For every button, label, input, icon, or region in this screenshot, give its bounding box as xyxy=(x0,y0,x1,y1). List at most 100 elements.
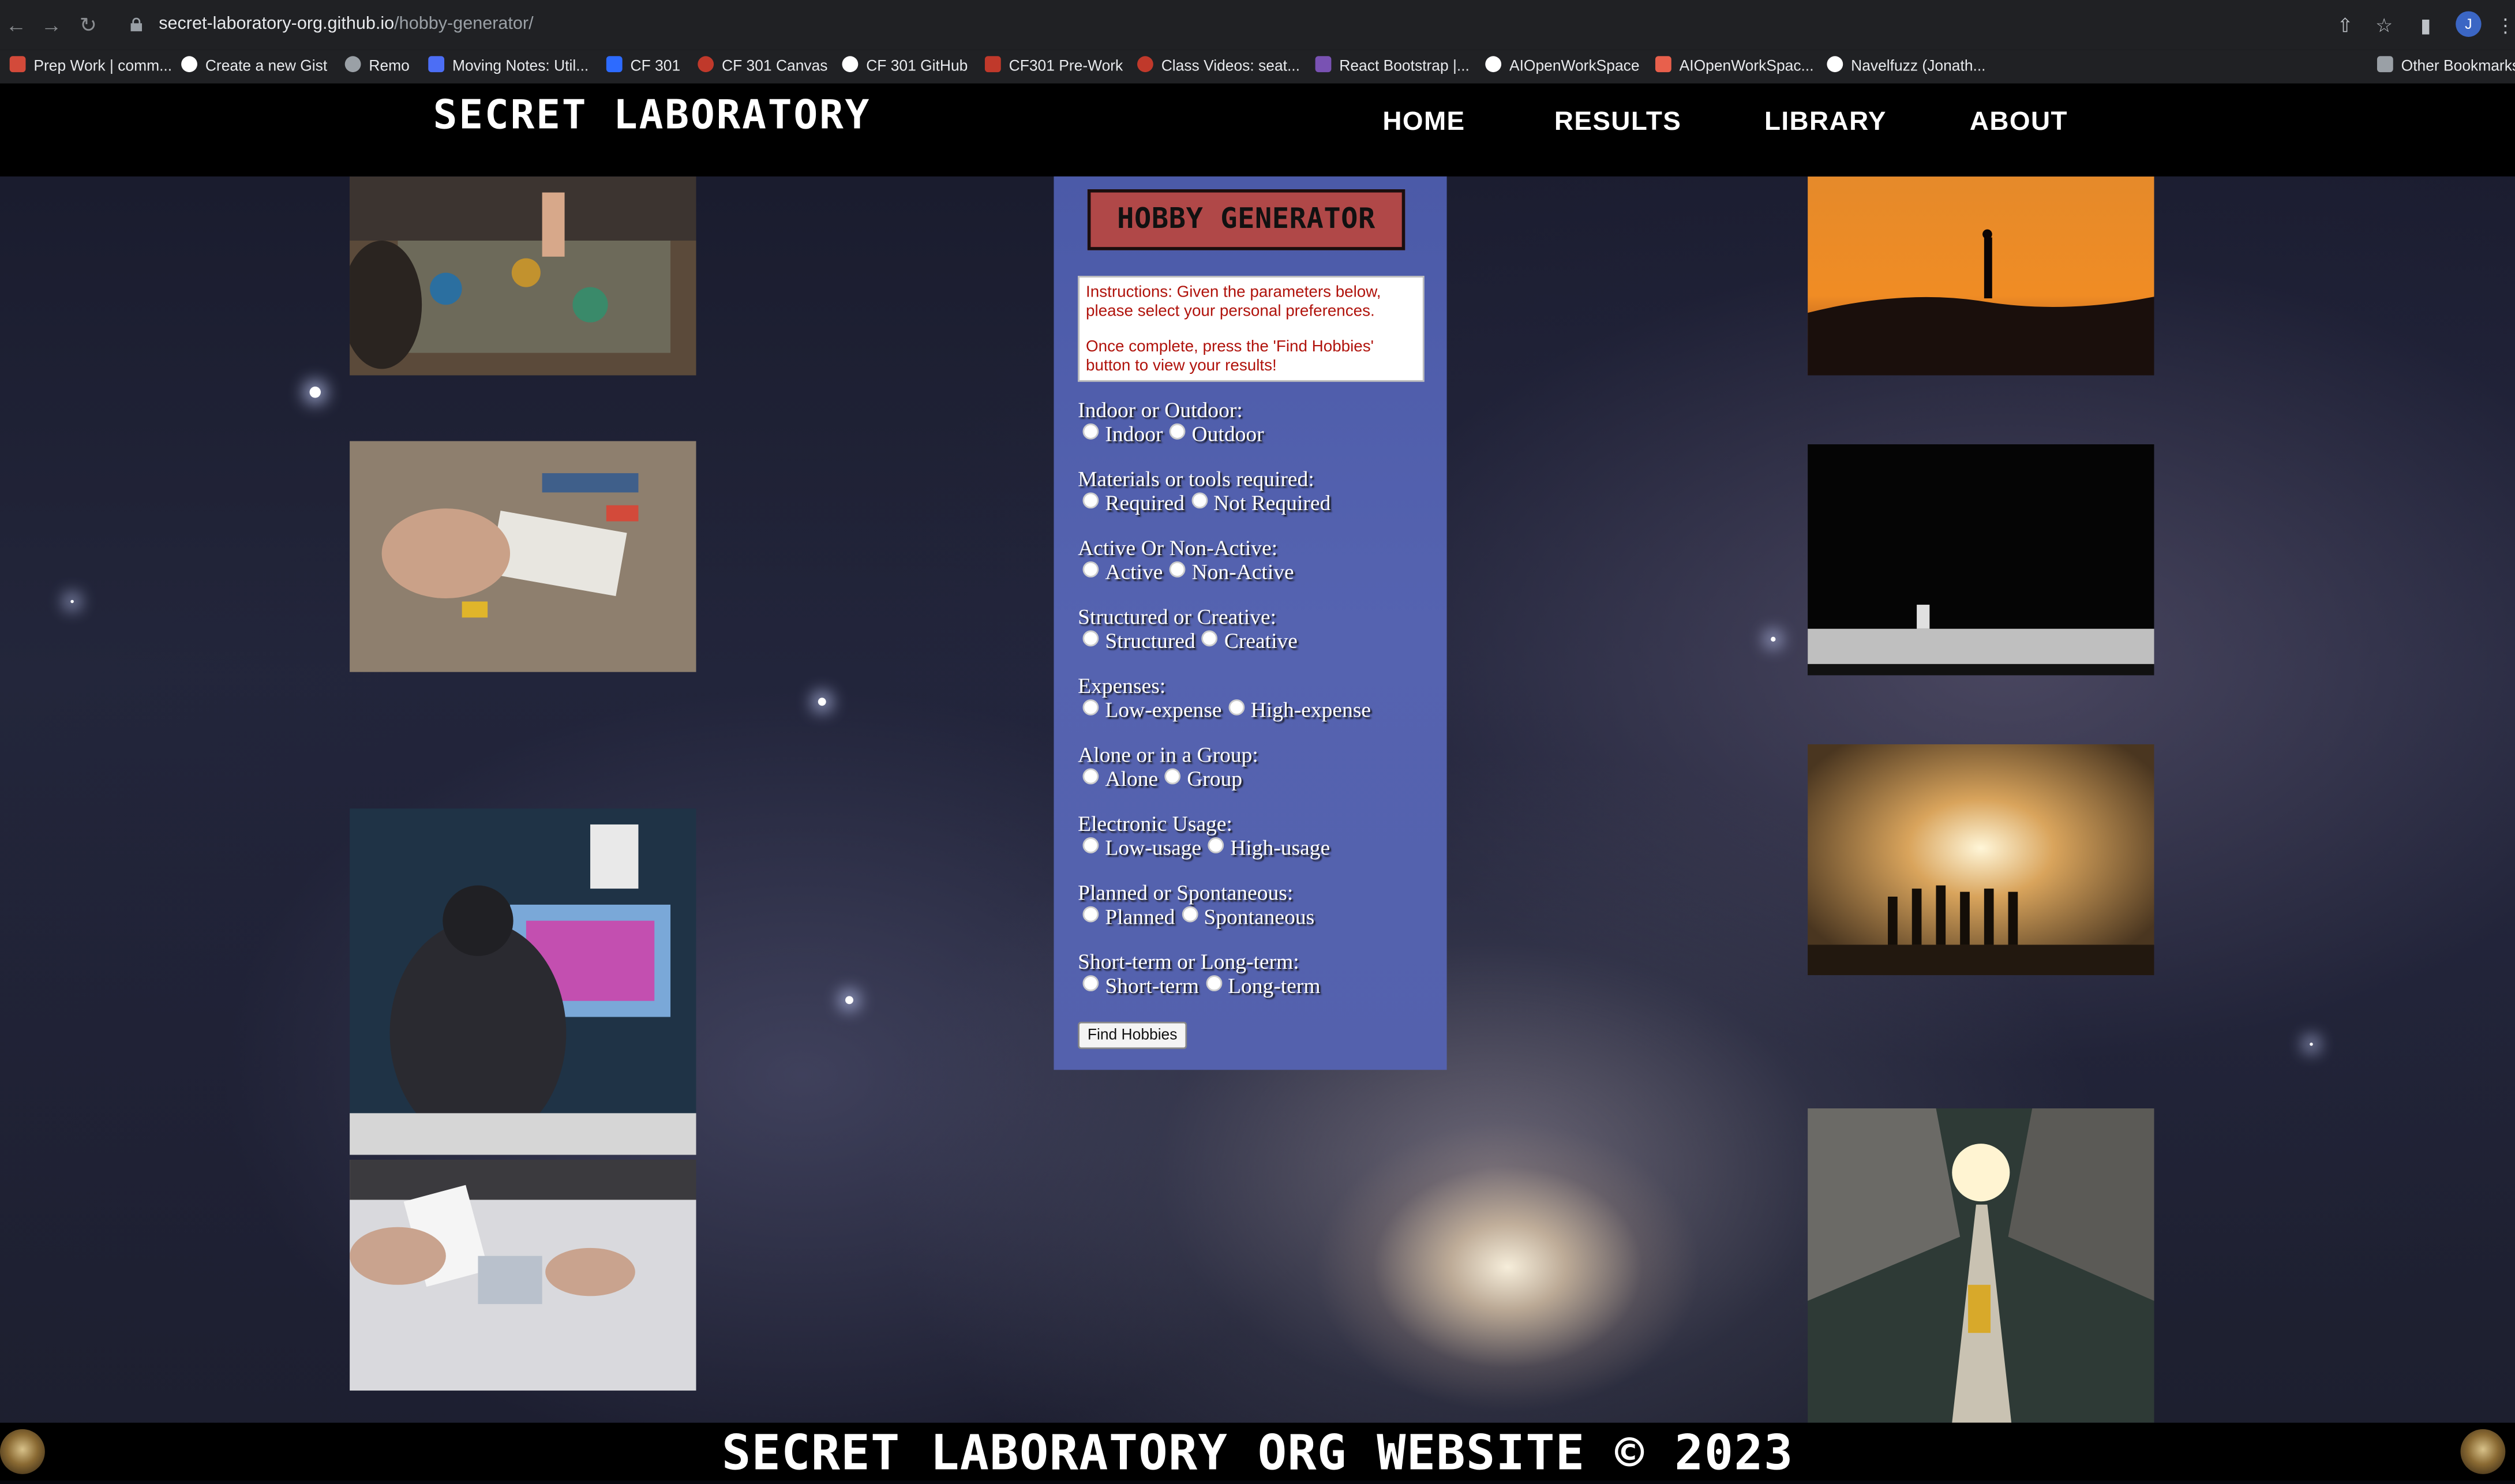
radio-button[interactable] xyxy=(1082,837,1099,853)
question-planned: Planned or Spontaneous: Planned Spontaneo… xyxy=(1078,880,1438,928)
sidebar-icon[interactable]: ▮ xyxy=(2420,13,2431,38)
bookmark-item[interactable]: CF 301 xyxy=(606,50,680,83)
instructions-text: Once complete, press the 'Find Hobbies' … xyxy=(1086,338,1374,375)
option-label[interactable]: Structured xyxy=(1105,629,1195,653)
radio-button[interactable] xyxy=(1082,975,1099,992)
bookmark-item[interactable]: Create a new Gist xyxy=(181,50,327,83)
option-label[interactable]: Short-term xyxy=(1105,973,1199,998)
bookmark-star-icon[interactable]: ☆ xyxy=(2375,13,2393,38)
photo-gaming xyxy=(350,808,696,1155)
radio-button[interactable] xyxy=(1181,906,1198,923)
option-label[interactable]: Indoor xyxy=(1105,422,1163,446)
radio-button[interactable] xyxy=(1201,630,1218,647)
menu-icon[interactable]: ⋮ xyxy=(2496,13,2515,38)
forward-icon[interactable]: → xyxy=(39,13,64,38)
bookmark-item[interactable]: Remo xyxy=(344,50,410,83)
question-label: Structured or Creative: xyxy=(1078,605,1277,629)
option-label[interactable]: High-expense xyxy=(1251,698,1371,722)
star xyxy=(309,386,321,398)
bookmark-item[interactable]: CF 301 Canvas xyxy=(698,50,828,83)
hobby-form-panel: HOBBY GENERATOR Instructions: Given the … xyxy=(1054,176,1447,1070)
option-label[interactable]: Not Required xyxy=(1213,491,1330,515)
option-label[interactable]: Active xyxy=(1105,560,1163,584)
radio-button[interactable] xyxy=(1208,837,1224,853)
bookmark-item[interactable]: Prep Work | comm... xyxy=(9,50,172,83)
bookmark-favicon-icon xyxy=(984,56,1001,73)
option-label[interactable]: Required xyxy=(1105,491,1185,515)
bookmark-item[interactable]: CF 301 GitHub xyxy=(842,50,968,83)
option-label[interactable]: Low-usage xyxy=(1105,835,1201,860)
nav-home[interactable]: HOME xyxy=(1382,104,1465,140)
question-label: Active Or Non-Active: xyxy=(1078,535,1278,560)
site-logo[interactable]: SECRET LABORATORY xyxy=(433,92,871,138)
photo-sunset-hiker xyxy=(1808,176,2154,376)
star xyxy=(70,599,74,604)
question-term: Short-term or Long-term: Short-term Long-… xyxy=(1078,950,1438,998)
footer-text: SECRET LABORATORY ORG WEBSITE © 2023 xyxy=(722,1426,1794,1482)
radio-button[interactable] xyxy=(1205,975,1221,992)
option-label[interactable]: Non-Active xyxy=(1192,560,1294,584)
radio-button[interactable] xyxy=(1082,906,1099,923)
option-label[interactable]: High-usage xyxy=(1230,835,1330,860)
option-label[interactable]: Spontaneous xyxy=(1204,905,1314,929)
radio-button[interactable] xyxy=(1228,699,1245,715)
instructions-box: Instructions: Given the parameters below… xyxy=(1078,276,1425,382)
other-bookmarks[interactable]: Other Bookmarks xyxy=(2377,50,2515,83)
option-label[interactable]: Planned xyxy=(1105,905,1175,929)
question-indoor-outdoor: Indoor or Outdoor: Indoor Outdoor xyxy=(1078,398,1438,445)
nav-about[interactable]: ABOUT xyxy=(1970,104,2068,140)
option-label[interactable]: Alone xyxy=(1105,767,1158,791)
bookmarks-bar: Prep Work | comm... Create a new Gist Re… xyxy=(0,50,2515,85)
photo-lego xyxy=(350,441,696,672)
question-label: Alone or in a Group: xyxy=(1078,743,1258,767)
reload-icon[interactable]: ↻ xyxy=(76,13,101,38)
page-root: ← → ↻ secret-laboratory-org.github.io/ho… xyxy=(0,0,2515,1482)
option-label[interactable]: Low-expense xyxy=(1105,698,1221,722)
radio-button[interactable] xyxy=(1082,561,1099,578)
question-active: Active Or Non-Active: Active Non-Active xyxy=(1078,536,1438,584)
bootstrap-icon xyxy=(1315,56,1332,73)
github-icon xyxy=(842,56,859,73)
bookmark-item[interactable]: Moving Notes: Util... xyxy=(428,50,589,83)
notes-icon xyxy=(428,56,445,73)
option-label[interactable]: Creative xyxy=(1224,629,1298,653)
bookmark-item[interactable]: React Bootstrap |... xyxy=(1315,50,1470,83)
radio-button[interactable] xyxy=(1082,423,1099,440)
radio-button[interactable] xyxy=(1169,423,1186,440)
back-icon[interactable]: ← xyxy=(3,13,29,38)
globe-icon xyxy=(344,56,361,73)
question-materials: Materials or tools required: Required Not… xyxy=(1078,467,1438,515)
radio-button[interactable] xyxy=(1169,561,1186,578)
radio-button[interactable] xyxy=(1191,492,1207,509)
profile-avatar[interactable]: J xyxy=(2456,11,2482,37)
radio-button[interactable] xyxy=(1082,768,1099,785)
address-bar[interactable]: secret-laboratory-org.github.io/hobby-ge… xyxy=(120,8,2326,42)
question-electronic: Electronic Usage: Low-usage High-usage xyxy=(1078,812,1438,860)
bookmark-item[interactable]: Class Videos: seat... xyxy=(1137,50,1300,83)
bookmark-item[interactable]: Navelfuzz (Jonath... xyxy=(1827,50,1986,83)
nav-results[interactable]: RESULTS xyxy=(1554,104,1681,140)
photo-puzzle xyxy=(350,176,696,376)
find-hobbies-button[interactable]: Find Hobbies xyxy=(1078,1021,1187,1050)
star xyxy=(845,996,853,1005)
question-label: Materials or tools required: xyxy=(1078,466,1314,491)
option-label[interactable]: Long-term xyxy=(1228,973,1321,998)
nav-library[interactable]: LIBRARY xyxy=(1764,104,1887,140)
github-icon xyxy=(181,56,197,73)
radio-button[interactable] xyxy=(1082,492,1099,509)
radio-button[interactable] xyxy=(1082,630,1099,647)
option-label[interactable]: Outdoor xyxy=(1192,422,1264,446)
bookmark-item[interactable]: AIOpenWorkSpac... xyxy=(1655,50,1814,83)
bookmark-item[interactable]: AIOpenWorkSpace xyxy=(1485,50,1640,83)
canvas-icon xyxy=(1137,56,1153,73)
share-icon[interactable]: ⇧ xyxy=(2337,13,2353,38)
radio-button[interactable] xyxy=(1082,699,1099,715)
site-footer: SECRET LABORATORY ORG WEBSITE © 2023 xyxy=(0,1422,2515,1482)
question-label: Electronic Usage: xyxy=(1078,811,1232,836)
radio-button[interactable] xyxy=(1164,768,1181,785)
github-icon xyxy=(1827,56,1843,73)
option-label[interactable]: Group xyxy=(1187,767,1242,791)
url-host: secret-laboratory-org.github.io xyxy=(159,14,395,34)
bookmark-item[interactable]: CF301 Pre-Work xyxy=(984,50,1123,83)
question-group: Alone or in a Group: Alone Group xyxy=(1078,743,1438,790)
